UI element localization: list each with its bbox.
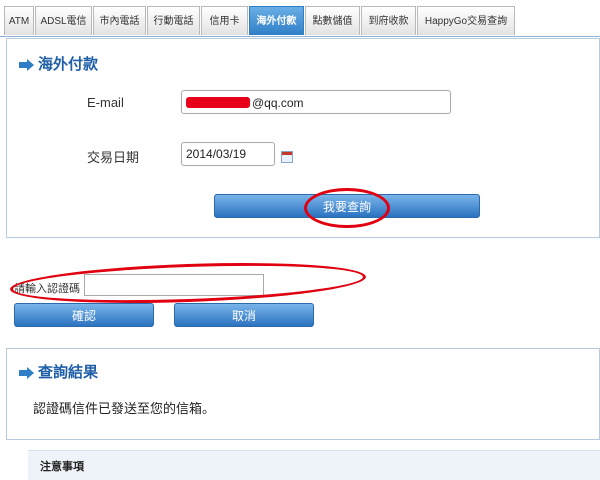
confirm-button[interactable]: 確認 [14, 303, 154, 327]
tab-adsl[interactable]: ADSL電信 [35, 6, 92, 35]
result-title-wrap: 查詢結果 [19, 361, 98, 382]
notice-title: 注意事項 [40, 461, 84, 473]
tab-home-collection[interactable]: 到府收款 [361, 6, 416, 35]
result-panel-title: 查詢結果 [38, 364, 99, 381]
arrow-right-icon [19, 370, 27, 377]
query-panel: 海外付款 E-mail @qq.com 交易日期 我要查詢 [6, 38, 600, 238]
code-label: 請輸入認證碼 [14, 283, 80, 295]
arrow-head-icon [27, 367, 34, 380]
tab-atm[interactable]: ATM [4, 6, 34, 35]
result-panel: 查詢結果 認證碼信件已發送至您的信箱。 [6, 348, 600, 440]
cancel-button[interactable]: 取消 [174, 303, 314, 327]
date-field[interactable] [181, 142, 275, 166]
query-button[interactable]: 我要查詢 [214, 194, 480, 218]
arrow-head-icon [27, 59, 34, 72]
date-label: 交易日期 [87, 150, 140, 165]
redacted-mark [186, 97, 250, 108]
tab-bar: ATM ADSL電信 市內電話 行動電話 信用卡 海外付款 點數儲值 到府收款 … [0, 0, 600, 37]
notice-bar: 注意事項 [28, 450, 600, 480]
tab-mobile-phone[interactable]: 行動電話 [147, 6, 200, 35]
tab-credit-card[interactable]: 信用卡 [201, 6, 248, 35]
query-panel-title: 海外付款 [38, 56, 99, 73]
tab-overseas-payment[interactable]: 海外付款 [249, 6, 304, 35]
email-field[interactable]: @qq.com [181, 90, 451, 114]
arrow-right-icon [19, 62, 27, 69]
calendar-icon[interactable] [281, 151, 293, 163]
email-value: @qq.com [252, 96, 304, 110]
tab-local-phone[interactable]: 市內電話 [93, 6, 146, 35]
tab-happygo[interactable]: HappyGo交易查詢 [417, 6, 515, 35]
result-message: 認證碼信件已發送至您的信箱。 [33, 401, 216, 416]
verification-code-input[interactable] [84, 274, 264, 296]
tab-points-topup[interactable]: 點數儲值 [305, 6, 360, 35]
email-label: E-mail [87, 95, 124, 110]
panel-title-wrap: 海外付款 [19, 53, 98, 74]
